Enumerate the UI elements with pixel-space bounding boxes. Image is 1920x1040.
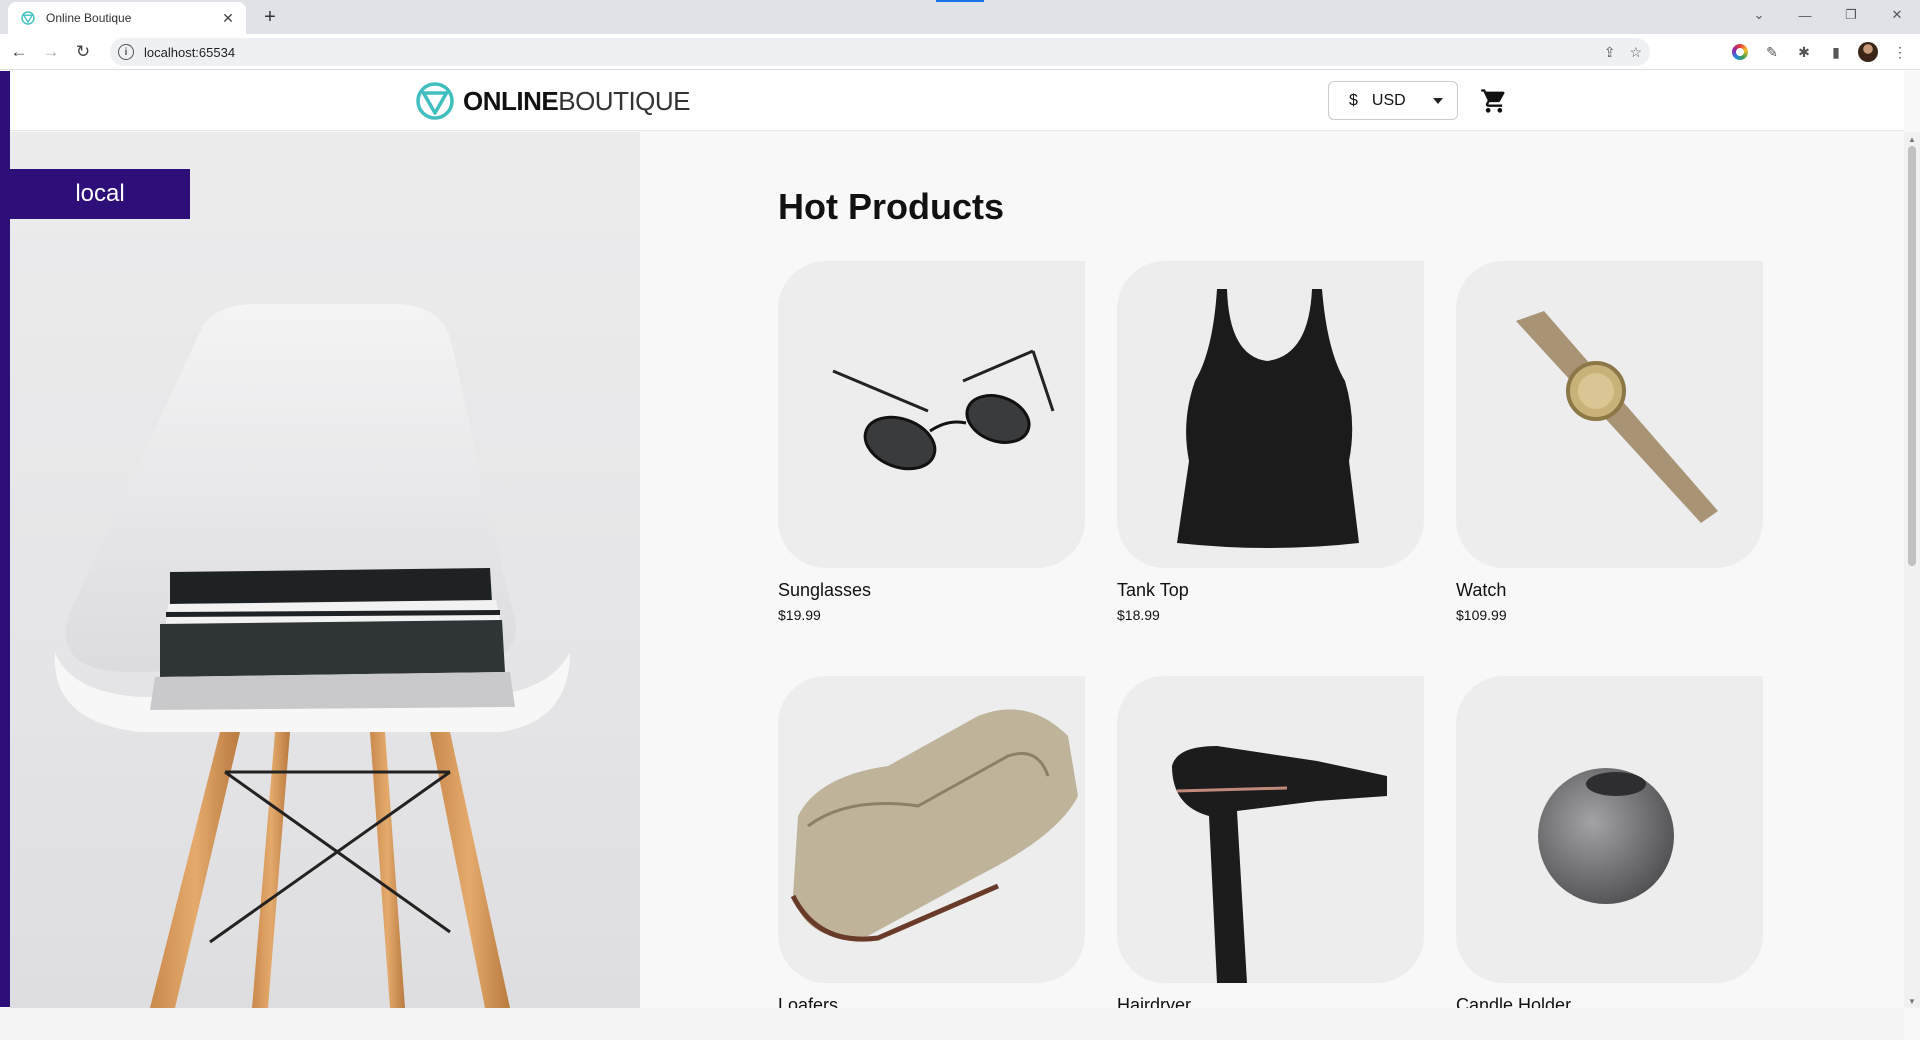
minimize-icon[interactable]: — — [1782, 0, 1828, 30]
site-info-icon[interactable]: i — [118, 44, 134, 60]
more-menu-icon[interactable]: ⋮ — [1890, 42, 1910, 62]
candle-holder-image[interactable] — [1456, 676, 1763, 983]
tab-title: Online Boutique — [46, 11, 132, 25]
close-icon[interactable]: ✕ — [1874, 0, 1920, 30]
environment-badge: local — [10, 169, 190, 219]
browser-tab[interactable]: Online Boutique ✕ — [8, 2, 246, 34]
chevron-down-icon[interactable]: ⌄ — [1736, 0, 1782, 30]
back-arrow-icon[interactable]: ← — [6, 39, 32, 65]
watch-image[interactable] — [1456, 261, 1763, 568]
new-tab-button[interactable]: + — [258, 5, 282, 29]
product-price: $19.99 — [778, 607, 821, 623]
window-controls: ⌄ — ❐ ✕ — [1736, 0, 1920, 30]
address-bar[interactable]: i localhost:65534 ⇪ ☆ — [110, 38, 1650, 66]
sunglasses-image[interactable] — [778, 261, 1085, 568]
extensions-area: ✎ ✱ ▮ ⋮ — [1730, 38, 1910, 66]
product-card[interactable]: Sunglasses $19.99 — [778, 261, 1085, 623]
hero-image: local — [10, 132, 640, 1008]
web-page: ONLINEBOUTIQUE $ USD local Hot Products … — [0, 71, 1920, 1040]
page-scrollbar[interactable]: ▲ ▼ — [1904, 132, 1920, 1008]
tab-strip-indicator — [936, 0, 984, 2]
product-card[interactable]: Candle Holder — [1456, 676, 1763, 1016]
boutique-favicon-icon — [20, 10, 36, 26]
color-extension-icon[interactable] — [1730, 42, 1750, 62]
product-name[interactable]: Sunglasses — [778, 580, 1085, 601]
page-bottom — [0, 1008, 1904, 1040]
product-card[interactable]: Loafers — [778, 676, 1085, 1016]
forward-arrow-icon[interactable]: → — [38, 39, 64, 65]
section-title: Hot Products — [778, 186, 1005, 227]
boutique-logo-icon — [416, 82, 454, 120]
currency-selector[interactable]: $ USD — [1328, 81, 1458, 120]
product-name[interactable]: Tank Top — [1117, 580, 1424, 601]
currency-symbol: $ — [1349, 91, 1358, 109]
shopping-cart-icon[interactable] — [1480, 87, 1508, 115]
puzzle-extensions-icon[interactable]: ✱ — [1794, 42, 1814, 62]
hot-products-section: Hot Products Sunglasses $19.99 Tank Top — [640, 132, 1904, 1015]
browser-tab-bar: Online Boutique ✕ + ⌄ — ❐ ✕ — [0, 0, 1920, 34]
side-panel-icon[interactable]: ▮ — [1826, 42, 1846, 62]
reload-icon[interactable]: ↻ — [70, 39, 96, 65]
product-card[interactable]: Tank Top $18.99 — [1117, 261, 1424, 623]
loafers-image[interactable] — [778, 676, 1085, 983]
site-header: ONLINEBOUTIQUE $ USD — [10, 71, 1904, 131]
logo-text-bold: ONLINE — [463, 85, 559, 116]
profile-avatar[interactable] — [1858, 42, 1878, 62]
scroll-thumb[interactable] — [1908, 146, 1916, 566]
pen-extension-icon[interactable]: ✎ — [1762, 42, 1782, 62]
product-card[interactable]: Watch $109.99 — [1456, 261, 1763, 623]
tab-close-icon[interactable]: ✕ — [220, 10, 236, 26]
restore-icon[interactable]: ❐ — [1828, 0, 1874, 30]
scroll-up-icon[interactable]: ▲ — [1904, 132, 1920, 146]
share-icon[interactable]: ⇪ — [1604, 44, 1616, 61]
tank-top-image[interactable] — [1117, 261, 1424, 568]
browser-toolbar: ← → ↻ i localhost:65534 ⇪ ☆ ✎ ✱ ▮ ⋮ — [0, 34, 1920, 70]
bookmark-star-icon[interactable]: ☆ — [1629, 44, 1642, 61]
chair-with-clothes-image — [54, 304, 571, 1008]
site-logo[interactable]: ONLINEBOUTIQUE — [415, 81, 691, 121]
caret-down-icon — [1433, 97, 1443, 104]
logo-text: ONLINEBOUTIQUE — [463, 85, 691, 117]
url-text: localhost:65534 — [144, 44, 236, 60]
logo-text-thin: BOUTIQUE — [558, 85, 691, 116]
scroll-down-icon[interactable]: ▼ — [1904, 994, 1920, 1008]
currency-code: USD — [1371, 91, 1406, 109]
product-price: $18.99 — [1117, 607, 1160, 623]
hairdryer-image[interactable] — [1117, 676, 1424, 983]
environment-strip — [0, 71, 10, 1007]
product-name[interactable]: Watch — [1456, 580, 1763, 601]
product-price: $109.99 — [1456, 607, 1507, 623]
product-card[interactable]: Hairdryer — [1117, 676, 1424, 1016]
